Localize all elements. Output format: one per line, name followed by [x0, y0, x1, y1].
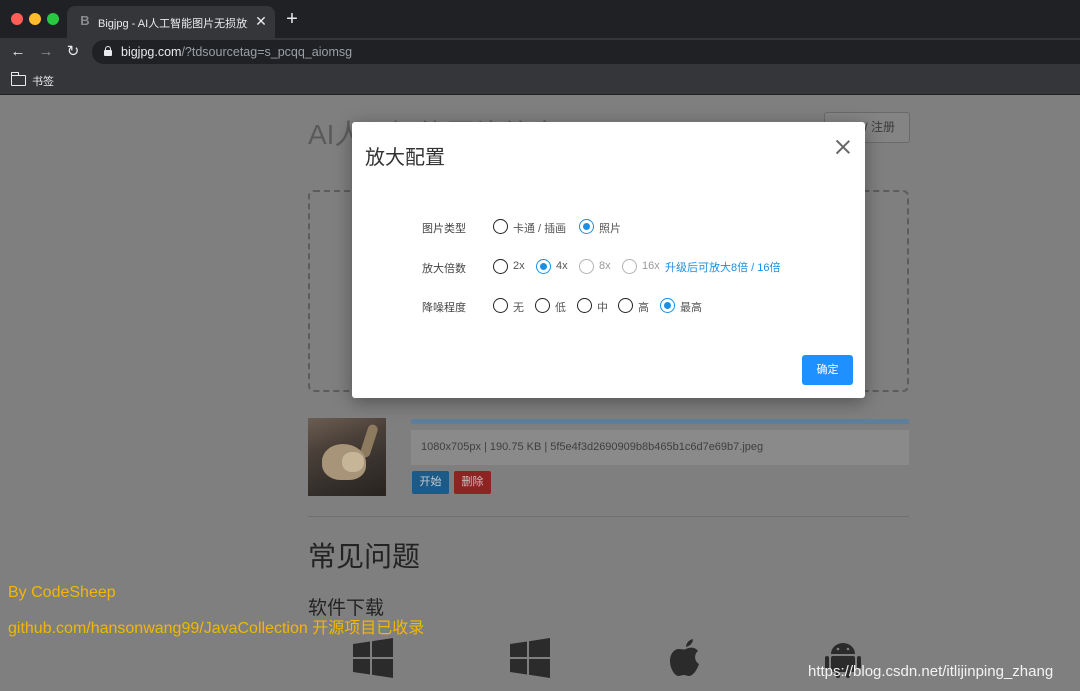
browser-tab-bar: B Bigjpg - AI人工智能图片无损放大 ✕ +	[0, 0, 1080, 38]
url-host: bigjpg.com	[121, 45, 182, 59]
confirm-button[interactable]: 确定	[802, 355, 853, 385]
radio-icon[interactable]	[493, 259, 508, 274]
image-type-label: 图片类型	[422, 223, 466, 235]
watermark-csdn-url: https://blog.csdn.net/itlijinping_zhang	[808, 663, 1054, 680]
radio-icon[interactable]	[577, 298, 592, 313]
apple-icon[interactable]	[669, 638, 703, 678]
watermark-author: By CodeSheep	[8, 584, 116, 601]
lock-icon	[104, 46, 112, 56]
scale-label: 放大倍数	[422, 263, 466, 275]
radio-checked-icon[interactable]	[579, 219, 594, 234]
radio-icon[interactable]	[493, 219, 508, 234]
option-label: 2x	[513, 260, 525, 272]
favicon-icon: B	[80, 13, 90, 28]
url-text: bigjpg.com/?tdsourcetag=s_pcqq_aiomsg	[121, 45, 352, 59]
browser-toolbar: ← → ↻ bigjpg.com/?tdsourcetag=s_pcqq_aio…	[0, 38, 1080, 66]
maximize-window-button[interactable]	[47, 13, 59, 25]
option-label: 高	[638, 302, 649, 314]
upgrade-link[interactable]: 升级后可放大8倍 / 16倍	[665, 259, 781, 275]
browser-tab[interactable]: B Bigjpg - AI人工智能图片无损放大 ✕	[67, 6, 275, 38]
bookmarks-bar: 书签	[0, 66, 1080, 95]
scale-config-modal: 放大配置 图片类型 卡通 / 插画 照片 放大倍数 2x 4x 8x 16x 升…	[352, 122, 865, 398]
windows-icon[interactable]	[353, 638, 393, 678]
option-label: 16x	[642, 260, 660, 272]
file-info: 1080x705px | 190.75 KB | 5f5e4f3d2690909…	[411, 430, 909, 465]
upload-progress-bar	[411, 419, 909, 424]
radio-checked-icon[interactable]	[536, 259, 551, 274]
radio-icon[interactable]	[493, 298, 508, 313]
option-label: 卡通 / 插画	[513, 223, 567, 235]
close-window-button[interactable]	[11, 13, 23, 25]
noise-label: 降噪程度	[422, 302, 466, 314]
faq-heading: 常见问题	[308, 541, 421, 572]
option-label: 8x	[599, 260, 611, 272]
option-label: 最高	[680, 302, 702, 314]
uploaded-image-thumbnail	[308, 418, 386, 496]
modal-title: 放大配置	[365, 147, 445, 169]
new-tab-icon[interactable]: +	[283, 9, 301, 29]
delete-button[interactable]: 删除	[454, 471, 491, 494]
folder-icon[interactable]	[10, 72, 26, 86]
section-divider	[308, 516, 909, 517]
option-label: 无	[513, 302, 524, 314]
option-label: 中	[597, 302, 608, 314]
radio-disabled-icon	[579, 259, 594, 274]
back-arrow-icon[interactable]: ←	[9, 43, 27, 61]
radio-icon[interactable]	[535, 298, 550, 313]
windows-icon[interactable]	[510, 638, 550, 678]
minimize-window-button[interactable]	[29, 13, 41, 25]
start-button[interactable]: 开始	[412, 471, 449, 494]
close-tab-icon[interactable]: ✕	[253, 13, 269, 29]
close-icon[interactable]	[834, 138, 852, 156]
option-label: 4x	[556, 260, 568, 272]
radio-disabled-icon	[622, 259, 637, 274]
option-label: 照片	[599, 223, 621, 235]
forward-arrow-icon[interactable]: →	[37, 43, 55, 61]
watermark-repo: github.com/hansonwang99/JavaCollection 开…	[8, 620, 425, 637]
radio-checked-icon[interactable]	[660, 298, 675, 313]
tab-title: Bigjpg - AI人工智能图片无损放大	[98, 18, 248, 30]
radio-icon[interactable]	[618, 298, 633, 313]
bookmarks-folder-label[interactable]: 书签	[32, 73, 54, 89]
option-label: 低	[555, 302, 566, 314]
url-path: /?tdsourcetag=s_pcqq_aiomsg	[181, 45, 353, 59]
address-bar[interactable]: bigjpg.com/?tdsourcetag=s_pcqq_aiomsg	[92, 40, 1080, 64]
reload-icon[interactable]: ↻	[64, 43, 82, 61]
